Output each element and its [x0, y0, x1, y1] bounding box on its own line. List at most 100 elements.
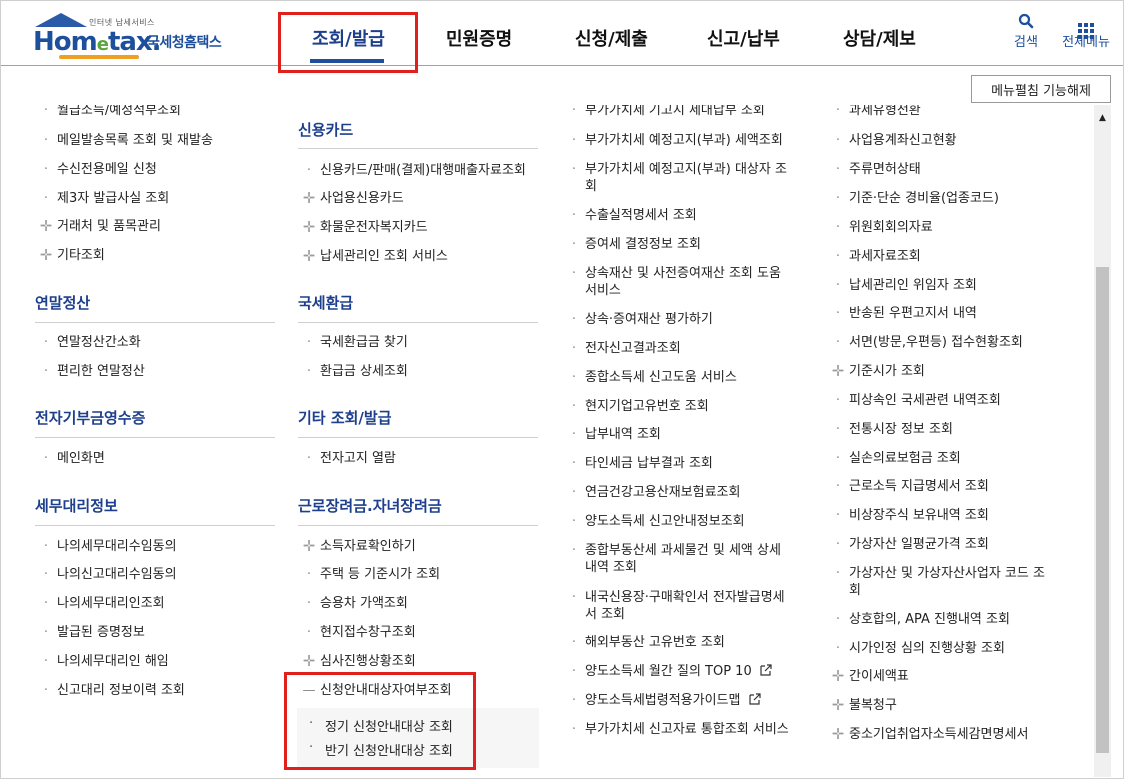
menu-item[interactable]: · 내국신용장·구매확인서 전자발급명세 서 조회 [563, 589, 815, 623]
menu-item[interactable]: · 수출실적명세서 조회 [563, 207, 697, 224]
bullet-icon: · [306, 163, 312, 178]
bullet-icon: · [835, 641, 841, 656]
menu-item[interactable]: · 시가인정 심의 진행상황 조회 [827, 640, 1005, 657]
menu-item[interactable]: · 나의세무대리인조회 [35, 595, 165, 612]
plus-icon: ✛ [302, 218, 316, 236]
menu-item[interactable]: · 현지접수창구조회 [298, 624, 416, 641]
menu-item[interactable]: · 부가가치세 예정고지(부과) 세액조회 [563, 132, 783, 149]
menu-item[interactable]: · 양도소득세 월간 질의 TOP 10 [563, 663, 773, 680]
menu-item[interactable]: · 전통시장 정보 조회 [827, 421, 953, 438]
menu-item[interactable]: · 승용차 가액조회 [298, 595, 408, 612]
menu-item[interactable]: · 반송된 우편고지서 내역 [827, 305, 977, 322]
menu-item[interactable]: · 상속·증여재산 평가하기 [563, 311, 713, 328]
menu-item-expandable[interactable]: ✛ 소득자료확인하기 [298, 538, 416, 555]
section-divider [298, 437, 538, 438]
menu-item[interactable]: · 발급된 증명정보 [35, 624, 145, 641]
menu-item[interactable]: · 양도소득세법령적용가이드맵 [563, 692, 762, 709]
section-divider [35, 525, 275, 526]
menu-item[interactable]: · 종합소득세 신고도움 서비스 [563, 369, 737, 386]
bullet-icon: · [571, 208, 577, 223]
menu-item-expandable[interactable]: ✛ 사업용신용카드 [298, 190, 404, 207]
menu-item-expandable[interactable]: ✛ 기준시가 조회 [827, 363, 925, 380]
menu-item[interactable]: · 납세관리인 위임자 조회 [827, 277, 977, 294]
menu-item[interactable]: · 가상자산 일평균가격 조회 [827, 536, 989, 553]
search-button[interactable]: 검색 [1009, 13, 1043, 50]
menu-item[interactable]: · 편리한 연말정산 [35, 363, 145, 380]
nav-report-pay[interactable]: 신고/납부 [707, 25, 780, 51]
menu-item[interactable]: · 종합부동산세 과세물건 및 세액 상세 내역 조회 [563, 542, 815, 576]
menu-item[interactable]: · 근로소득 지급명세서 조회 [827, 478, 989, 495]
menu-item[interactable]: · 사업용계좌신고현황 [827, 132, 957, 149]
menu-item[interactable]: · 신용카드/판매(결제)대행매출자료조회 [298, 162, 526, 179]
vertical-scrollbar[interactable]: ▲ [1094, 105, 1111, 777]
menu-item[interactable]: · 실손의료보험금 조회 [827, 450, 961, 467]
scrollbar-thumb[interactable] [1096, 267, 1109, 753]
nav-consult-report[interactable]: 상담/제보 [843, 25, 916, 51]
menu-item[interactable]: · 과세유형전환 [827, 105, 921, 119]
bullet-icon: · [571, 370, 577, 385]
submenu-highlight-box [284, 672, 476, 770]
menu-item[interactable]: · 연금건강고용산재보험료조회 [563, 484, 741, 501]
plus-icon: ✛ [831, 667, 845, 685]
bullet-icon: · [835, 422, 841, 437]
menu-item[interactable]: · 현지기업고유번호 조회 [563, 398, 709, 415]
menu-item[interactable]: · 나의세무대리인 해임 [35, 653, 169, 670]
menu-item-expandable[interactable]: ✛ 심사진행상황조회 [298, 653, 416, 670]
nav-civil-certificate[interactable]: 민원증명 [446, 25, 512, 51]
bullet-icon: · [571, 399, 577, 414]
menu-item[interactable]: · 증여세 결정정보 조회 [563, 236, 701, 253]
menu-item[interactable]: · 부가가치세 기고지 세대납부 조회 [563, 105, 765, 119]
menu-item[interactable]: · 양도소득세 신고안내정보조회 [563, 513, 745, 530]
menu-item[interactable]: · 기준·단순 경비율(업종코드) [827, 190, 999, 207]
menu-item-expandable[interactable]: ✛ 기타조회 [35, 247, 105, 264]
menu-item[interactable]: · 납부내역 조회 [563, 426, 661, 443]
menu-item[interactable]: · 부가가치세 예정고지(부과) 대상자 조 회 [563, 161, 805, 195]
menu-item[interactable]: · 수신전용메일 신청 [35, 161, 157, 178]
search-label: 검색 [1014, 35, 1038, 50]
menu-item[interactable]: · 전자신고결과조회 [563, 340, 681, 357]
bullet-icon: · [43, 596, 49, 611]
menu-item[interactable]: · 주류면허상태 [827, 161, 921, 178]
menu-item[interactable]: · 나의신고대리수임동의 [35, 566, 177, 583]
bullet-icon: · [571, 722, 577, 737]
menu-item[interactable]: · 가상자산 및 가상자산사업자 코드 조 회 [827, 565, 1079, 599]
all-menu-button[interactable]: 전체메뉴 [1057, 13, 1115, 50]
nav-apply-submit[interactable]: 신청/제출 [575, 25, 648, 51]
menu-expand-toggle-button[interactable]: 메뉴펼침 기능해제 [971, 75, 1111, 103]
menu-item[interactable]: · 상속재산 및 사전증여재산 조회 도움 서비스 [563, 265, 815, 299]
scroll-up-arrow-icon[interactable]: ▲ [1094, 113, 1111, 123]
menu-item-expandable[interactable]: ✛ 화물운전자복지카드 [298, 219, 428, 236]
menu-item[interactable]: · 환급금 상세조회 [298, 363, 408, 380]
menu-item-expandable[interactable]: ✛ 중소기업취업자소득세감면명세서 [827, 726, 1029, 743]
menu-item[interactable]: · 주택 등 기준시가 조회 [298, 566, 440, 583]
bullet-icon: · [571, 635, 577, 650]
menu-item[interactable]: · 메일발송목록 조회 및 재발송 [35, 132, 213, 149]
menu-item[interactable]: · 위원회회의자료 [827, 219, 933, 236]
menu-item[interactable]: · 신고대리 정보이력 조회 [35, 682, 185, 699]
menu-item[interactable]: · 타인세금 납부결과 조회 [563, 455, 713, 472]
menu-item-expandable[interactable]: ✛ 거래처 및 품목관리 [35, 218, 161, 235]
menu-item-expandable[interactable]: ✛ 간이세액표 [827, 668, 909, 685]
menu-item-expandable[interactable]: ✛ 불복청구 [827, 697, 897, 714]
menu-item[interactable]: · 비상장주식 보유내역 조회 [827, 507, 989, 524]
menu-item[interactable]: · 전자고지 열람 [298, 450, 396, 467]
bullet-icon: · [306, 596, 312, 611]
bullet-icon: · [43, 335, 49, 350]
bullet-icon: · [306, 451, 312, 466]
menu-item[interactable]: · 과세자료조회 [827, 248, 921, 265]
menu-item[interactable]: · 월급소득/예정적부조회 [35, 105, 181, 119]
menu-item[interactable]: · 부가가치세 신고자료 통합조회 서비스 [563, 721, 789, 738]
menu-item[interactable]: · 피상속인 국세관련 내역조회 [827, 392, 1001, 409]
menu-item[interactable]: · 제3자 발급사실 조회 [35, 190, 169, 207]
bullet-icon: · [43, 364, 49, 379]
menu-item[interactable]: · 서면(방문,우편등) 접수현황조회 [827, 334, 1023, 351]
bullet-icon: · [43, 451, 49, 466]
menu-item[interactable]: · 나의세무대리수임동의 [35, 538, 177, 555]
menu-item[interactable]: · 메인화면 [35, 450, 105, 467]
menu-item[interactable]: · 연말정산간소화 [35, 334, 141, 351]
menu-item[interactable]: · 국세환급금 찾기 [298, 334, 408, 351]
hometax-logo[interactable]: 인터넷 납세서비스 Hometax. 국세청홈택스 [31, 11, 241, 59]
menu-item[interactable]: · 상호합의, APA 진행내역 조회 [827, 611, 1010, 628]
menu-item-expandable[interactable]: ✛ 납세관리인 조회 서비스 [298, 248, 448, 265]
menu-item[interactable]: · 해외부동산 고유번호 조회 [563, 634, 725, 651]
